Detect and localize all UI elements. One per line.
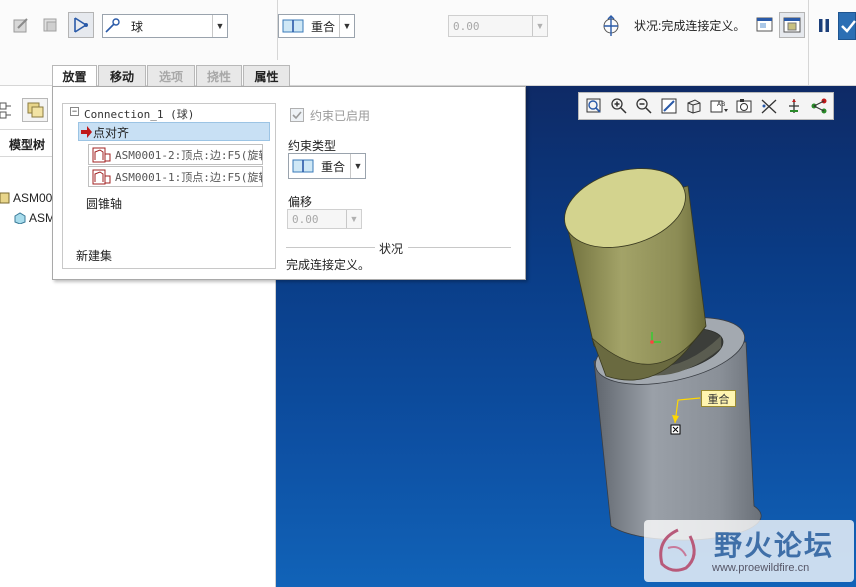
constraint-type-value: 重合 — [321, 159, 346, 174]
separate-window-icon[interactable] — [752, 12, 778, 38]
user-defined-icon[interactable] — [8, 12, 34, 38]
offset-field[interactable]: 0.00 ▼ — [287, 209, 362, 229]
constraint-callout[interactable]: 重合 — [701, 390, 736, 407]
part-ref-icon — [92, 169, 111, 184]
constraint-enabled-checkbox[interactable] — [290, 108, 304, 122]
connection-type-value: 球 — [131, 19, 144, 34]
collapse-icon[interactable]: − — [70, 107, 79, 116]
reference-collector-2[interactable]: ASM0001-1:顶点:边:F5(旋转 — [88, 166, 263, 187]
part-ref-icon — [92, 147, 111, 162]
pause-icon[interactable] — [816, 16, 832, 36]
offset-field[interactable]: 0.00 ▼ — [448, 15, 548, 37]
tree-settings-icon[interactable] — [0, 98, 20, 122]
zoom-in-icon[interactable] — [607, 95, 630, 117]
divider — [286, 247, 375, 248]
coincident-icon — [282, 19, 304, 33]
zoom-out-icon[interactable] — [632, 95, 655, 117]
tree-root-label: ASM00 — [13, 191, 53, 205]
tab-flexibility[interactable]: 挠性 — [196, 65, 242, 86]
view-toolbar: AB — [578, 92, 834, 120]
assembly-icon — [0, 192, 10, 204]
constraint-enabled-label: 约束已启用 — [310, 109, 371, 123]
status-text: 状况:完成连接定义。 — [634, 19, 746, 33]
spin-center-icon[interactable] — [782, 95, 805, 117]
divider — [808, 0, 809, 86]
chevron-down-icon[interactable]: ▼ — [346, 210, 361, 228]
svg-text:AB: AB — [717, 101, 725, 108]
constraint-item[interactable]: 圆锥轴 — [86, 195, 122, 212]
ball-joint-icon — [105, 18, 120, 33]
constraint-type-value: 重合 — [311, 19, 336, 34]
watermark-title: 野火论坛 — [714, 530, 835, 561]
constraint-type-select[interactable]: 重合 ▼ — [278, 14, 355, 38]
divider — [408, 247, 511, 248]
tree-title: 模型树 — [9, 138, 46, 152]
saved-views-icon[interactable]: AB — [707, 95, 730, 117]
offset-value: 0.00 — [292, 212, 319, 226]
watermark: 野火论坛 www.proewildfire.cn — [644, 520, 854, 582]
chevron-down-icon[interactable]: ▼ — [532, 16, 547, 36]
new-set-link[interactable]: 新建集 — [76, 247, 112, 264]
constraint-item-selected[interactable]: 点对齐 — [78, 122, 270, 141]
tree-child-item[interactable]: ASM — [14, 211, 55, 225]
watermark-url: www.proewildfire.cn — [712, 562, 810, 574]
refit-icon[interactable] — [582, 95, 605, 117]
datum-display-icon[interactable] — [757, 95, 780, 117]
coincident-icon — [292, 159, 314, 173]
chevron-down-icon[interactable]: ▼ — [212, 15, 227, 37]
constraint-item-label: 点对齐 — [93, 126, 130, 140]
part-icon — [14, 212, 26, 224]
offset-label: 偏移 — [288, 195, 313, 209]
orient-icon[interactable] — [682, 95, 705, 117]
reference-text-2: ASM0001-1:顶点:边:F5(旋转 — [115, 170, 263, 184]
status-group-label: 状况 — [379, 242, 404, 256]
offset-value: 0.00 — [453, 19, 480, 33]
assembly-window-icon[interactable] — [779, 12, 805, 38]
arrow-right-icon — [81, 126, 92, 138]
connection-name[interactable]: Connection_1 (球) — [84, 106, 194, 122]
component-display-icon[interactable] — [37, 12, 63, 38]
reference-collector-1[interactable]: ASM0001-2:顶点:边:F5(旋转 — [88, 144, 263, 165]
tab-move[interactable]: 移动 — [98, 65, 146, 86]
tree-filter-icon[interactable] — [22, 98, 48, 122]
chevron-down-icon[interactable]: ▼ — [350, 154, 365, 178]
reference-text-1: ASM0001-2:顶点:边:F5(旋转 — [115, 148, 263, 162]
connection-type-select[interactable]: 球 ▼ — [102, 14, 228, 38]
chevron-down-icon[interactable]: ▼ — [339, 15, 354, 37]
tree-root-item[interactable]: ASM00 — [0, 191, 52, 205]
watermark-logo-icon — [659, 528, 696, 572]
tab-options[interactable]: 选项 — [147, 65, 195, 86]
display-style-icon[interactable] — [732, 95, 755, 117]
repaint-icon[interactable] — [657, 95, 680, 117]
annotation-display-icon[interactable] — [807, 95, 830, 117]
tab-properties[interactable]: 属性 — [243, 65, 290, 86]
flip-constraint-icon[interactable] — [598, 12, 624, 38]
tab-placement[interactable]: 放置 — [52, 65, 97, 87]
status-text: 完成连接定义。 — [286, 258, 371, 272]
mechanism-connection-icon[interactable] — [68, 12, 94, 38]
constraint-type-label: 约束类型 — [288, 139, 337, 153]
apply-check-icon[interactable] — [838, 12, 856, 40]
constraint-type-select[interactable]: 重合 ▼ — [288, 153, 366, 179]
